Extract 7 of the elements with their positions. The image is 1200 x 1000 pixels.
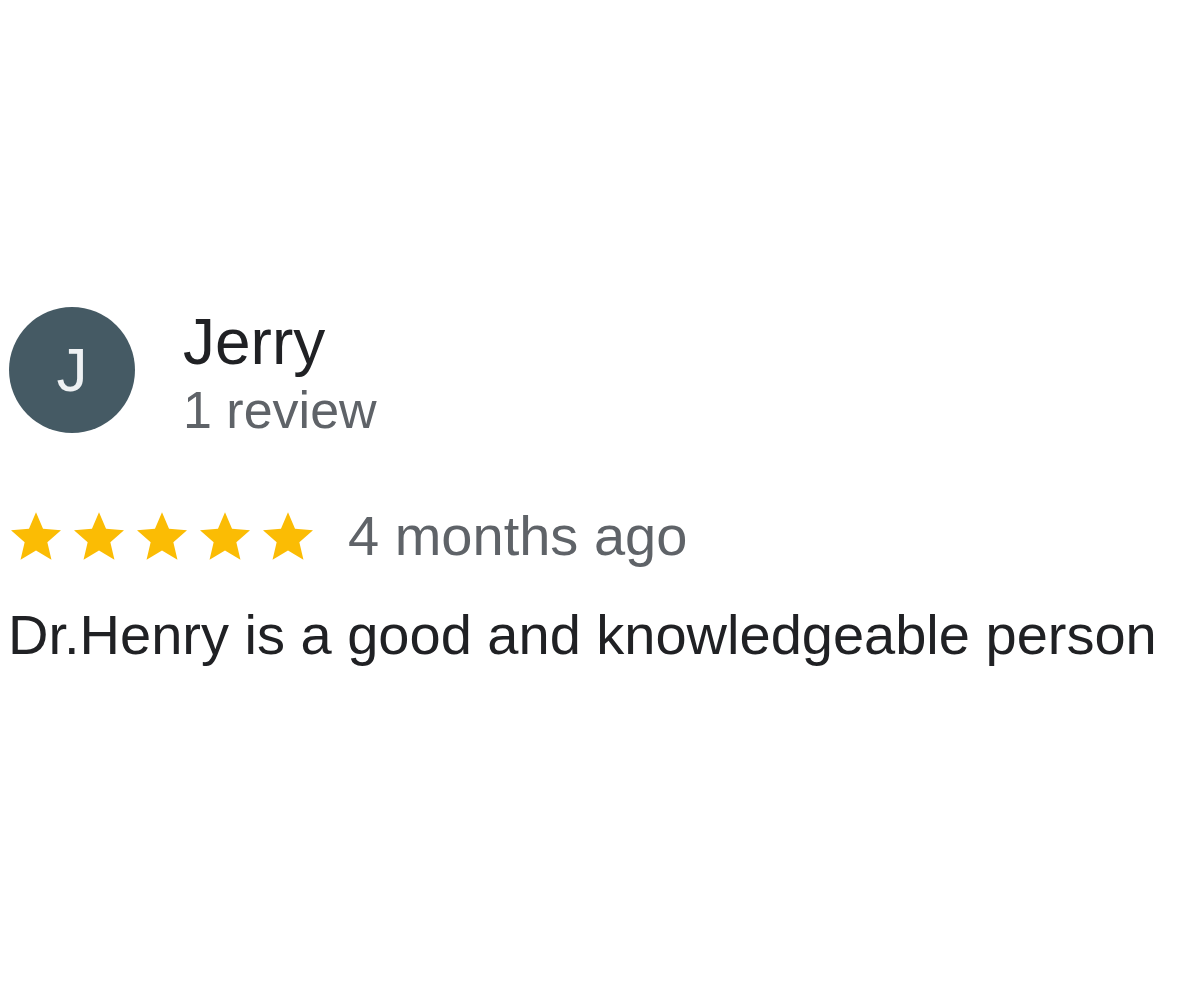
star-icon [74,512,124,560]
star-icon [137,512,187,560]
avatar: J [9,307,135,433]
star-icon [11,512,61,560]
star-icon [200,512,250,560]
star-icon [263,512,313,560]
review-count: 1 review [183,384,377,436]
